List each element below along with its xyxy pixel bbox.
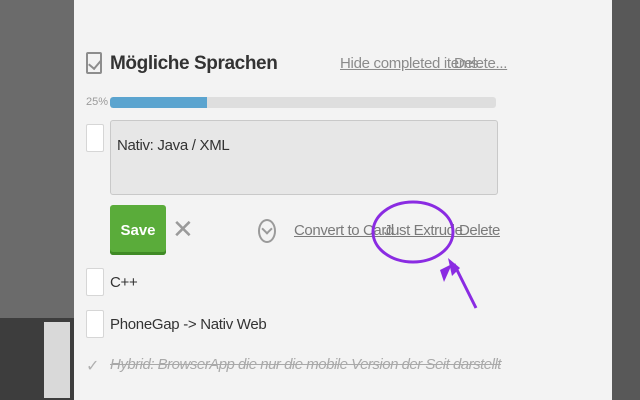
item-edit-textarea[interactable]: Nativ: Java / XML: [110, 120, 498, 195]
checklist-icon: [86, 52, 102, 74]
item-label[interactable]: C++: [110, 274, 138, 291]
clock-icon[interactable]: [258, 219, 276, 243]
background-overlay-right: [612, 0, 640, 400]
item-checkbox[interactable]: [86, 124, 104, 152]
close-icon[interactable]: ✕: [172, 216, 194, 242]
background-overlay-bottom: [0, 318, 74, 400]
item-label-completed[interactable]: Hybrid: BrowserApp die nur die mobile Ve…: [110, 356, 501, 373]
item-checkbox[interactable]: [86, 310, 104, 338]
delete-item-link[interactable]: Delete: [459, 222, 500, 239]
progress-percent: 25%: [86, 96, 109, 108]
progress-bar: [110, 97, 496, 108]
progress-bar-fill: [110, 97, 207, 108]
save-button[interactable]: Save: [110, 205, 166, 255]
item-label[interactable]: PhoneGap -> Nativ Web: [110, 316, 267, 333]
checklist-title[interactable]: Mögliche Sprachen: [110, 53, 278, 75]
just-extrude-link[interactable]: Just Extrude: [384, 222, 463, 239]
delete-checklist-link[interactable]: Delete...: [454, 55, 507, 72]
checked-icon[interactable]: ✓: [86, 356, 102, 376]
convert-to-card-link[interactable]: Convert to Card: [294, 222, 394, 239]
item-checkbox[interactable]: [86, 268, 104, 296]
background-panel: [44, 322, 70, 398]
